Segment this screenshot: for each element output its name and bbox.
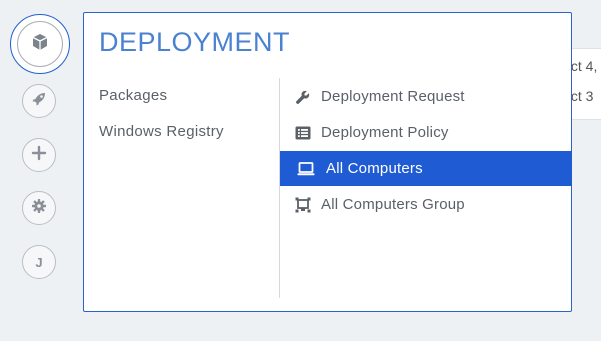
menu-item-label: All Computers xyxy=(326,160,423,177)
menu-item-all-computers[interactable]: All Computers xyxy=(280,151,572,186)
rail-item-add[interactable] xyxy=(22,138,56,172)
rail-item-settings[interactable] xyxy=(22,191,56,225)
laptop-icon xyxy=(297,160,315,178)
rail-item-deployment-inner xyxy=(17,21,63,67)
menu-item-all-computers-group[interactable]: All Computers Group xyxy=(280,187,572,222)
menu-item-deployment-policy[interactable]: Deployment Policy xyxy=(280,115,572,150)
list-icon xyxy=(294,124,312,142)
deployment-popup: DEPLOYMENT Packages Windows Registry Dep… xyxy=(83,12,572,312)
plus-icon xyxy=(31,145,47,166)
gear-icon xyxy=(31,198,47,219)
rocket-icon xyxy=(31,91,47,112)
rail-item-rocket[interactable] xyxy=(22,84,56,118)
rail-item-user[interactable]: J xyxy=(22,245,56,279)
wrench-icon xyxy=(294,88,312,106)
link-windows-registry[interactable]: Windows Registry xyxy=(99,123,224,140)
popup-title: DEPLOYMENT xyxy=(99,27,291,57)
menu-item-deployment-request[interactable]: Deployment Request xyxy=(280,79,572,114)
computer-group-icon xyxy=(294,196,312,214)
rail-item-deployment[interactable] xyxy=(10,14,70,74)
menu-item-label: All Computers Group xyxy=(321,196,465,213)
link-packages[interactable]: Packages xyxy=(99,87,167,104)
menu-item-label: Deployment Request xyxy=(321,88,465,105)
box-icon xyxy=(30,32,50,57)
menu-item-label: Deployment Policy xyxy=(321,124,449,141)
user-initial-icon: J xyxy=(35,254,43,270)
